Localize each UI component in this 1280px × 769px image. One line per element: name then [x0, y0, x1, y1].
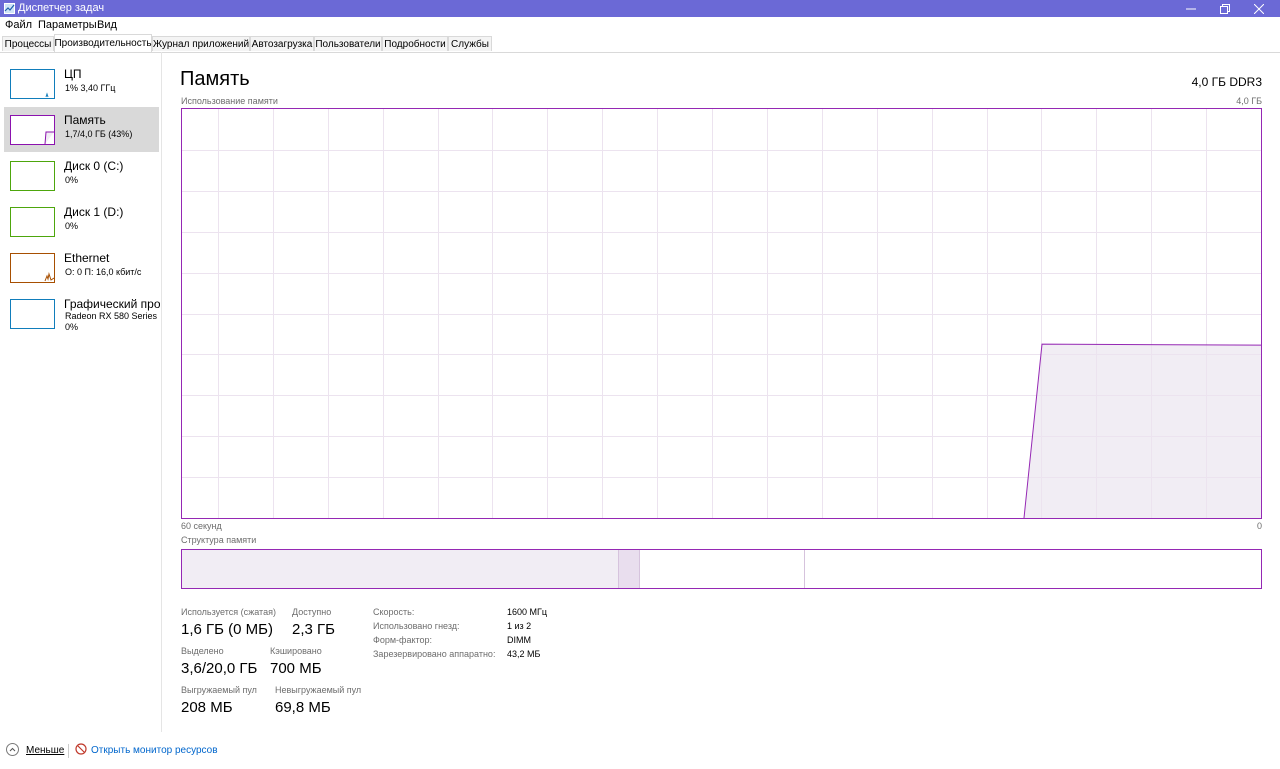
slots-value: 1 из 2 — [507, 621, 532, 631]
structure-modified — [619, 550, 640, 588]
committed-label: Выделено — [181, 646, 224, 656]
cached-label: Кэшировано — [270, 646, 322, 656]
usage-area — [1024, 344, 1261, 518]
sidebar-item-label: Память — [64, 113, 106, 127]
footer-bar: Меньше Открыть монитор ресурсов — [0, 738, 1280, 763]
slots-label: Использовано гнезд: — [373, 621, 460, 631]
graph-time-left: 60 секунд — [181, 521, 222, 531]
task-manager-icon — [4, 3, 15, 14]
restore-icon — [1220, 3, 1230, 14]
minimize-button[interactable] — [1174, 0, 1208, 17]
paged-pool-label: Выгружаемый пул — [181, 685, 257, 695]
speed-label: Скорость: — [373, 607, 415, 617]
gpu-thumbnail — [10, 299, 55, 329]
menu-file[interactable]: Файл — [5, 19, 32, 31]
tab-strip: Процессы Производительность Журнал прило… — [0, 34, 1280, 53]
restore-button[interactable] — [1208, 0, 1242, 17]
sidebar-item-detail: 1% 3,40 ГГц — [65, 83, 116, 93]
tab-startup[interactable]: Автозагрузка — [250, 36, 314, 51]
sidebar-item-detail: 0% — [65, 175, 79, 185]
sidebar-item-label: Графический про — [64, 297, 160, 311]
menu-view[interactable]: Вид — [97, 19, 117, 31]
hw-reserved-value: 43,2 МБ — [507, 649, 541, 659]
committed-value: 3,6/20,0 ГБ — [181, 660, 258, 677]
sidebar-item-ethernet[interactable]: Ethernet О: 0 П: 16,0 кбит/с — [4, 245, 159, 290]
resource-monitor-icon — [75, 743, 87, 755]
paged-pool-value: 208 МБ — [181, 699, 233, 716]
sidebar-item-disk-0[interactable]: Диск 0 (C:) 0% — [4, 153, 159, 198]
open-resource-monitor-link[interactable]: Открыть монитор ресурсов — [91, 745, 218, 756]
sidebar-item-gpu[interactable]: Графический про Radeon RX 580 Series 0% — [4, 291, 160, 343]
disk-1-thumbnail — [10, 207, 55, 237]
close-button[interactable] — [1242, 0, 1276, 17]
memory-structure-label: Структура памяти — [181, 535, 257, 545]
fewer-details-button[interactable]: Меньше — [26, 745, 64, 756]
memory-spec: 4,0 ГБ DDR3 — [1191, 75, 1262, 89]
in-use-value: 1,6 ГБ (0 МБ) — [181, 621, 273, 638]
graph-time-right: 0 — [1256, 521, 1262, 531]
sidebar-item-disk-1[interactable]: Диск 1 (D:) 0% — [4, 199, 159, 244]
tab-services[interactable]: Службы — [448, 36, 492, 51]
in-use-label: Используется (сжатая) — [181, 607, 276, 617]
memory-thumbnail — [10, 115, 55, 145]
structure-in-use — [182, 550, 619, 588]
memory-usage-graph — [181, 108, 1262, 519]
sidebar-item-memory[interactable]: Память 1,7/4,0 ГБ (43%) — [4, 107, 159, 152]
structure-free — [805, 550, 1261, 588]
tab-users[interactable]: Пользователи — [314, 36, 382, 51]
usage-graph-max: 4,0 ГБ — [1236, 96, 1262, 106]
usage-graph-label: Использование памяти — [181, 96, 278, 106]
sidebar-item-detail-usage: 0% — [65, 322, 79, 332]
page-title: Память — [180, 68, 250, 90]
tab-app-history[interactable]: Журнал приложений — [152, 36, 250, 51]
memory-structure-bar — [181, 549, 1262, 589]
close-icon — [1254, 3, 1264, 14]
tab-performance[interactable]: Производительность — [54, 34, 152, 52]
title-bar: Диспетчер задач — [0, 0, 1280, 17]
nonpaged-pool-value: 69,8 МБ — [275, 699, 331, 716]
chevron-up-icon[interactable] — [6, 743, 19, 756]
footer-divider — [68, 744, 69, 758]
form-factor-value: DIMM — [507, 635, 531, 645]
cpu-thumbnail — [10, 69, 55, 99]
sidebar-item-detail: О: 0 П: 16,0 кбит/с — [65, 267, 142, 277]
sidebar-item-label: Ethernet — [64, 251, 110, 265]
menu-options[interactable]: Параметры — [38, 19, 97, 31]
sidebar-item-detail: 1,7/4,0 ГБ (43%) — [65, 129, 133, 139]
hw-reserved-label: Зарезервировано аппаратно: — [373, 649, 496, 659]
memory-usage-chart — [182, 109, 1261, 518]
tab-processes[interactable]: Процессы — [2, 36, 54, 51]
available-label: Доступно — [292, 607, 332, 617]
tab-details[interactable]: Подробности — [382, 36, 448, 51]
cached-value: 700 МБ — [270, 660, 322, 677]
sidebar-item-detail: Radeon RX 580 Series — [65, 311, 158, 321]
menu-bar: Файл Параметры Вид — [0, 17, 1280, 34]
structure-standby — [640, 550, 805, 588]
minimize-icon — [1186, 8, 1196, 9]
available-value: 2,3 ГБ — [292, 621, 335, 638]
disk-0-thumbnail — [10, 161, 55, 191]
performance-sidebar: ЦП 1% 3,40 ГГц Память 1,7/4,0 ГБ (43%) Д… — [0, 52, 162, 732]
sidebar-item-label: Диск 1 (D:) — [64, 205, 124, 219]
speed-value: 1600 МГц — [507, 607, 548, 617]
window-title: Диспетчер задач — [18, 2, 105, 14]
form-factor-label: Форм-фактор: — [373, 635, 433, 645]
nonpaged-pool-label: Невыгружаемый пул — [275, 685, 362, 695]
sidebar-item-cpu[interactable]: ЦП 1% 3,40 ГГц — [4, 61, 159, 106]
ethernet-thumbnail — [10, 253, 55, 283]
sidebar-item-detail: 0% — [65, 221, 79, 231]
sidebar-item-label: ЦП — [64, 67, 82, 81]
sidebar-item-label: Диск 0 (C:) — [64, 159, 124, 173]
